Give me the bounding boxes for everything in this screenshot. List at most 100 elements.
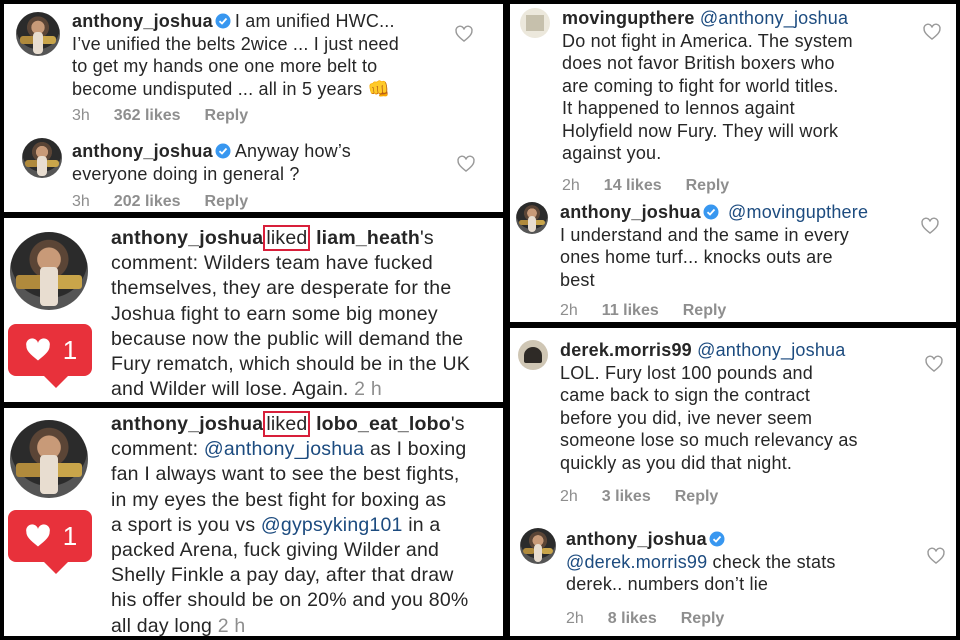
likes-count[interactable]: 202 likes	[114, 193, 181, 210]
target-username[interactable]: lobo_eat_lobo	[316, 413, 451, 435]
avatar[interactable]	[10, 420, 88, 498]
heart-icon[interactable]	[454, 24, 474, 44]
heart-icon[interactable]	[920, 216, 940, 236]
reply-button[interactable]: Reply	[675, 488, 719, 505]
heart-icon[interactable]	[926, 546, 946, 566]
comment-line: fan I always want to see the best fights…	[111, 463, 460, 486]
username[interactable]: anthony_joshua	[111, 413, 263, 435]
heart-filled-icon	[25, 338, 50, 361]
comment-line: check the stats	[712, 551, 836, 572]
comment-line: someone lose so much relevancy as	[560, 430, 858, 450]
comment-line: his offer should be on 20% and you 80%	[111, 589, 469, 612]
like-notification-panel-2: 1 anthony_joshua liked lobo_eat_lobo's co…	[4, 408, 503, 636]
comment-line: themselves, they are desperate for the	[111, 277, 452, 300]
comment-line: all day long	[111, 614, 213, 636]
avatar[interactable]	[516, 202, 548, 234]
avatar[interactable]	[518, 340, 548, 370]
username[interactable]: derek.morris99	[560, 340, 692, 360]
notification-text: anthony_joshua liked liam_heath's comment…	[111, 225, 470, 401]
username[interactable]: anthony_joshua	[72, 11, 213, 31]
mention-link[interactable]: @derek.morris99	[566, 552, 707, 572]
comment-line: does not favor British boxers who	[562, 53, 835, 73]
timestamp: 2 h	[354, 378, 382, 401]
timestamp: 2 h	[217, 614, 246, 636]
avatar[interactable]	[16, 12, 60, 56]
comment-text: derek.morris99 @anthony_joshua LOL. Fury…	[560, 339, 940, 474]
avatar[interactable]	[10, 232, 88, 310]
mention-link[interactable]: @anthony_joshua	[700, 8, 848, 28]
comment-line: as I boxing	[369, 438, 467, 461]
comment-line: I am unified HWC...	[234, 11, 395, 31]
likes-count[interactable]: 362 likes	[114, 107, 181, 124]
verified-badge-icon	[709, 531, 725, 547]
comment-line: Joshua fight to earn some big money	[111, 302, 438, 325]
comment-line: It happened to lennos againt	[562, 98, 795, 118]
username[interactable]: movingupthere	[562, 8, 695, 28]
username[interactable]: anthony_joshua	[560, 202, 701, 222]
comment-panel-a: anthony_joshua I am unified HWC... I’ve u…	[4, 4, 503, 212]
mention-link[interactable]: @gypsyking101	[261, 514, 403, 536]
mention-link[interactable]: @anthony_joshua	[204, 438, 365, 460]
comment-line: Fury rematch, which should be in the UK	[111, 353, 470, 376]
comment-meta: 3h 362 likes Reply	[72, 107, 272, 125]
avatar[interactable]	[520, 8, 550, 38]
comment-line: because now the public will demand the	[111, 327, 464, 350]
comment-line: packed Arena, fuck giving Wilder and	[111, 539, 440, 562]
comment-line: to get my hands one one more belt to	[72, 56, 378, 76]
comment-line: I’ve unified the belts 2wice ... I just …	[72, 33, 399, 54]
avatar[interactable]	[22, 138, 62, 178]
username[interactable]: anthony_joshua	[566, 529, 707, 549]
liked-label: liked	[263, 411, 311, 437]
verified-badge-icon	[215, 143, 231, 159]
comment-meta: 2h 3 likes Reply	[560, 488, 742, 506]
mention-link[interactable]: @anthony_joshua	[697, 340, 845, 360]
reply-button[interactable]: Reply	[205, 193, 249, 210]
username[interactable]: anthony_joshua	[111, 227, 263, 249]
liked-label: liked	[263, 225, 311, 251]
reply-button[interactable]: Reply	[205, 107, 249, 124]
comment-line: in my eyes the best fight for boxing as	[111, 488, 447, 511]
likes-count[interactable]: 8 likes	[608, 610, 657, 627]
likes-count[interactable]: 11 likes	[602, 302, 659, 319]
comment-line: become undisputed ... all in 5 years	[72, 78, 363, 99]
reply-button[interactable]: Reply	[681, 610, 725, 627]
username[interactable]: anthony_joshua	[72, 141, 213, 161]
like-count-badge: 1	[8, 510, 92, 574]
comment-line: Shelly Finkle a pay day, after that draw	[111, 564, 454, 587]
comment-line: Anyway how’s	[234, 141, 351, 161]
comment-line: against you.	[562, 143, 662, 163]
reply-button[interactable]: Reply	[686, 177, 730, 194]
comment-line: LOL. Fury lost 100 pounds and	[560, 362, 813, 383]
comment-line: best	[560, 269, 595, 290]
heart-filled-icon	[25, 524, 50, 547]
heart-icon[interactable]	[924, 354, 944, 374]
avatar[interactable]	[520, 528, 556, 564]
like-count-badge: 1	[8, 324, 92, 388]
target-username[interactable]: liam_heath	[316, 227, 420, 249]
mention-link[interactable]: @movingupthere	[728, 202, 868, 222]
comment-text: anthony_joshua I am unified HWC... I’ve u…	[72, 10, 472, 100]
fist-emoji-icon: 👊	[367, 78, 391, 99]
comment-line: came back to sign the contract	[560, 385, 811, 405]
comment-line: are coming to fight for world titles.	[562, 75, 839, 96]
comment-text: movingupthere @anthony_joshua Do not fig…	[562, 7, 942, 165]
likes-count[interactable]: 14 likes	[604, 177, 662, 194]
comment-line: everyone doing in general ?	[72, 163, 300, 184]
comment-line: a sport is you vs	[111, 513, 256, 536]
timestamp: 3h	[72, 107, 90, 124]
comment-panel-d: movingupthere @anthony_joshua Do not fig…	[510, 4, 956, 322]
timestamp: 2h	[560, 302, 578, 319]
comment-line: and Wilder will lose. Again.	[111, 378, 349, 401]
comment-meta: 2h 8 likes Reply	[566, 610, 748, 628]
likes-count[interactable]: 3 likes	[602, 488, 651, 505]
comment-line: ones home turf... knocks outs are	[560, 247, 833, 267]
heart-icon[interactable]	[456, 154, 476, 174]
comment-text: anthony_joshua @movingupthere I understa…	[560, 201, 920, 291]
like-notification-panel-1: 1 anthony_joshua liked liam_heath's comme…	[4, 218, 503, 402]
reply-button[interactable]: Reply	[683, 302, 727, 319]
comment-text: anthony_joshua @derek.morris99 check the…	[566, 528, 926, 596]
heart-icon[interactable]	[922, 22, 942, 42]
comment-meta: 2h 14 likes Reply	[562, 177, 753, 195]
comment-line: in a	[408, 513, 441, 536]
notification-text: anthony_joshua liked lobo_eat_lobo's comm…	[111, 411, 469, 636]
